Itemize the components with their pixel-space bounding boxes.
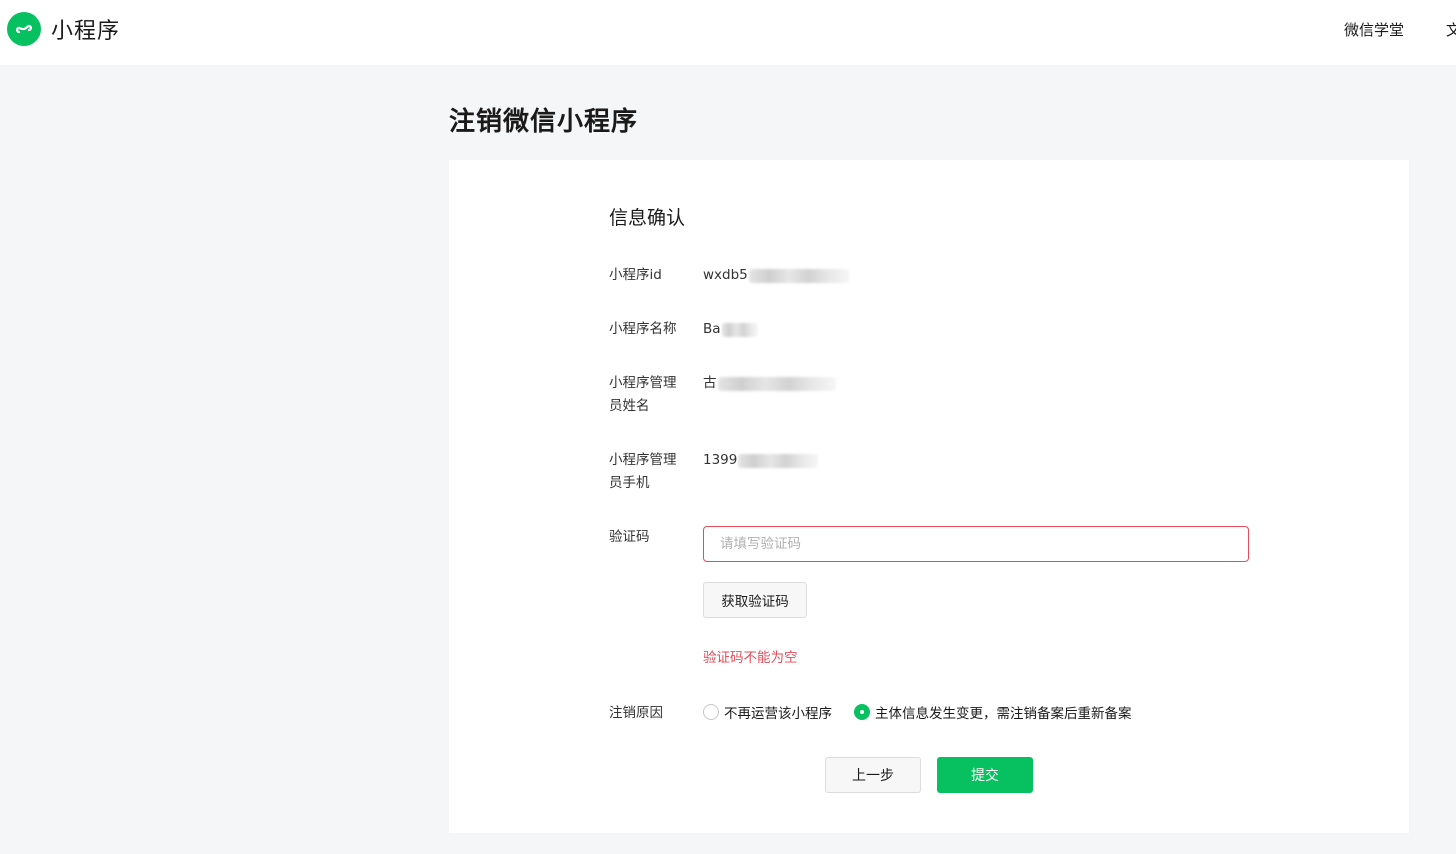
- app-id-text: wxdb5: [703, 267, 748, 283]
- miniprogram-logo-icon: [7, 12, 41, 46]
- reason-option-entity-changed[interactable]: 主体信息发生变更，需注销备案后重新备案: [854, 702, 1132, 722]
- logo[interactable]: 小程序: [7, 12, 120, 46]
- reason-option-stop-operating[interactable]: 不再运营该小程序: [703, 702, 832, 722]
- logo-text: 小程序: [51, 19, 121, 44]
- admin-name-value: 古: [703, 372, 836, 395]
- nav-wechat-academy[interactable]: 微信学堂: [1344, 19, 1404, 40]
- form-card: 信息确认 小程序id wxdb5 小程序名称 Ba 小程序管理员姓名 古 小程序…: [449, 160, 1409, 833]
- redacted-blur: [717, 376, 836, 391]
- nav-item-truncated[interactable]: 文: [1446, 19, 1456, 40]
- reason-option-label: 主体信息发生变更，需注销备案后重新备案: [875, 706, 1132, 722]
- redacted-blur: [748, 268, 849, 283]
- reason-option-label: 不再运营该小程序: [724, 706, 832, 722]
- section-title: 信息确认: [609, 207, 686, 229]
- reason-radio-group: 不再运营该小程序 主体信息发生变更，需注销备案后重新备案: [703, 702, 1154, 722]
- verify-code-error: 验证码不能为空: [703, 650, 798, 666]
- redacted-blur: [721, 322, 758, 337]
- admin-phone-value: 1399: [703, 449, 819, 472]
- app-name-value: Ba: [703, 318, 758, 341]
- admin-phone-label: 小程序管理员手机: [609, 452, 677, 491]
- get-code-button[interactable]: 获取验证码: [703, 582, 807, 618]
- verify-code-label: 验证码: [609, 529, 650, 545]
- admin-name-label: 小程序管理员姓名: [609, 375, 677, 414]
- prev-step-button[interactable]: 上一步: [825, 757, 921, 793]
- page-title: 注销微信小程序: [449, 107, 639, 137]
- redacted-blur: [738, 453, 819, 468]
- radio-checked-icon[interactable]: [854, 704, 870, 720]
- reason-label: 注销原因: [609, 705, 663, 721]
- app-name-label: 小程序名称: [609, 321, 677, 337]
- app-id-value: wxdb5: [703, 264, 849, 287]
- top-bar: 小程序 微信学堂 文: [0, 0, 1456, 65]
- submit-button[interactable]: 提交: [937, 757, 1033, 793]
- verify-code-input[interactable]: [703, 526, 1249, 562]
- app-name-text: Ba: [703, 321, 721, 337]
- admin-phone-text: 1399: [703, 452, 738, 468]
- radio-unchecked-icon[interactable]: [703, 704, 719, 720]
- admin-name-text: 古: [703, 375, 717, 391]
- app-id-label: 小程序id: [609, 267, 662, 283]
